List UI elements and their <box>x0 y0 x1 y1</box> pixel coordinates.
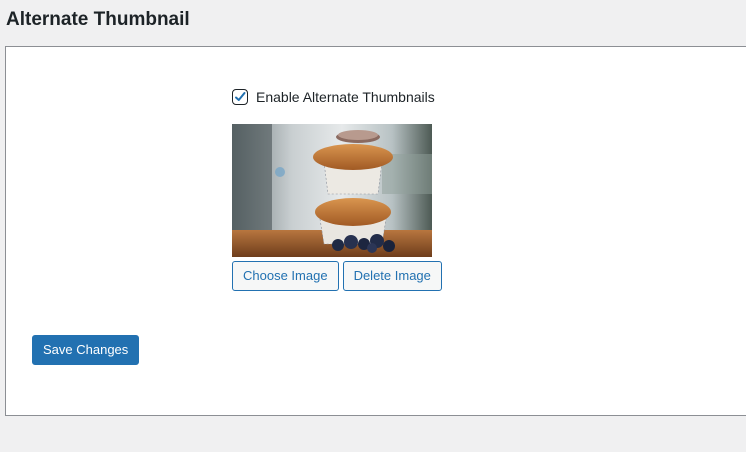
enable-thumbnails-checkbox[interactable] <box>232 89 248 105</box>
checkmark-icon <box>235 92 246 101</box>
page-title: Alternate Thumbnail <box>6 9 190 30</box>
thumbnail-preview <box>232 124 432 257</box>
choose-image-button[interactable]: Choose Image <box>232 261 339 291</box>
image-actions: Choose Image Delete Image <box>232 261 442 291</box>
settings-panel: Enable Alternate Thumbnails Choose Image… <box>5 46 746 416</box>
save-changes-button[interactable]: Save Changes <box>32 335 140 365</box>
delete-image-button[interactable]: Delete Image <box>342 261 442 291</box>
thumbnail-image <box>232 124 432 257</box>
enable-thumbnails-row[interactable]: Enable Alternate Thumbnails <box>232 89 435 105</box>
enable-thumbnails-label: Enable Alternate Thumbnails <box>256 89 435 105</box>
